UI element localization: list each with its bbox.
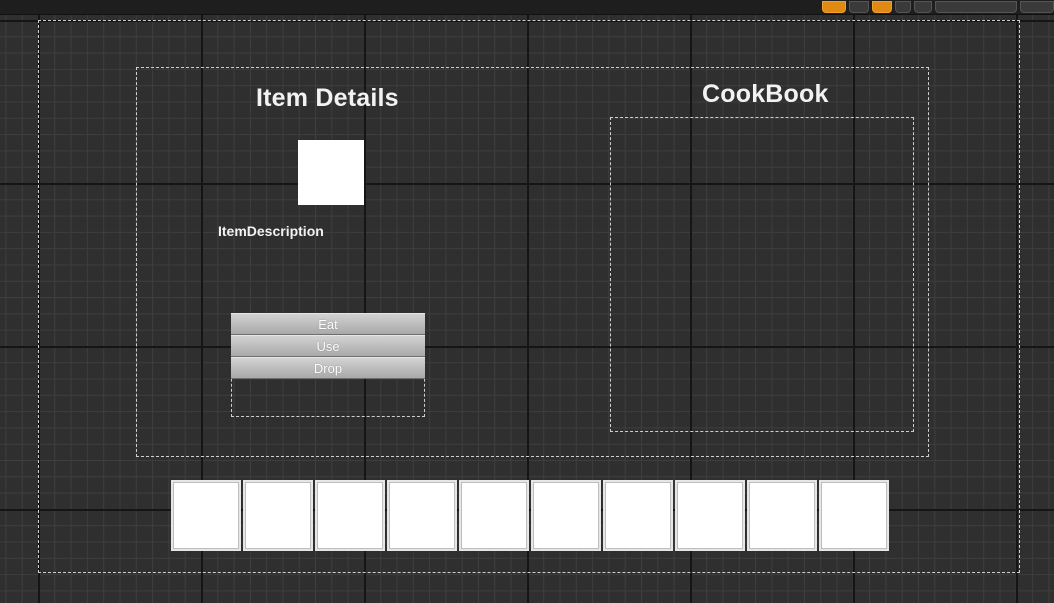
inventory-slot-10[interactable] [819, 480, 889, 551]
inventory-slot-1[interactable] [171, 480, 241, 551]
item-details-title: Item Details [256, 84, 399, 112]
inventory-slot-6[interactable] [531, 480, 601, 551]
inventory-slot-3[interactable] [315, 480, 385, 551]
item-description-label: ItemDescription [218, 223, 324, 239]
toolbar-controls [822, 0, 1054, 14]
inventory-slot-9[interactable] [747, 480, 817, 551]
use-button[interactable]: Use [231, 335, 425, 357]
download-icon[interactable] [914, 1, 932, 13]
cookbook-panel [610, 117, 914, 432]
cookbook-title: CookBook [702, 80, 829, 108]
orange-toggle-button[interactable] [822, 1, 846, 13]
inventory-slot-4[interactable] [387, 480, 457, 551]
editor-toolbar [0, 0, 1054, 15]
inventory-slot-2[interactable] [243, 480, 313, 551]
inventory-slot-8[interactable] [675, 480, 745, 551]
dropdown-button[interactable] [895, 1, 911, 13]
item-image [298, 140, 364, 205]
inventory-slot-5[interactable] [459, 480, 529, 551]
keyboard-toggle-button[interactable] [872, 1, 892, 13]
toggle-button[interactable] [849, 1, 869, 13]
inventory-slot-7[interactable] [603, 480, 673, 551]
toolbar-field[interactable] [935, 1, 1017, 13]
drop-button[interactable]: Drop [231, 357, 425, 379]
eat-button[interactable]: Eat [231, 313, 425, 335]
toolbar-end-button[interactable] [1020, 1, 1054, 13]
